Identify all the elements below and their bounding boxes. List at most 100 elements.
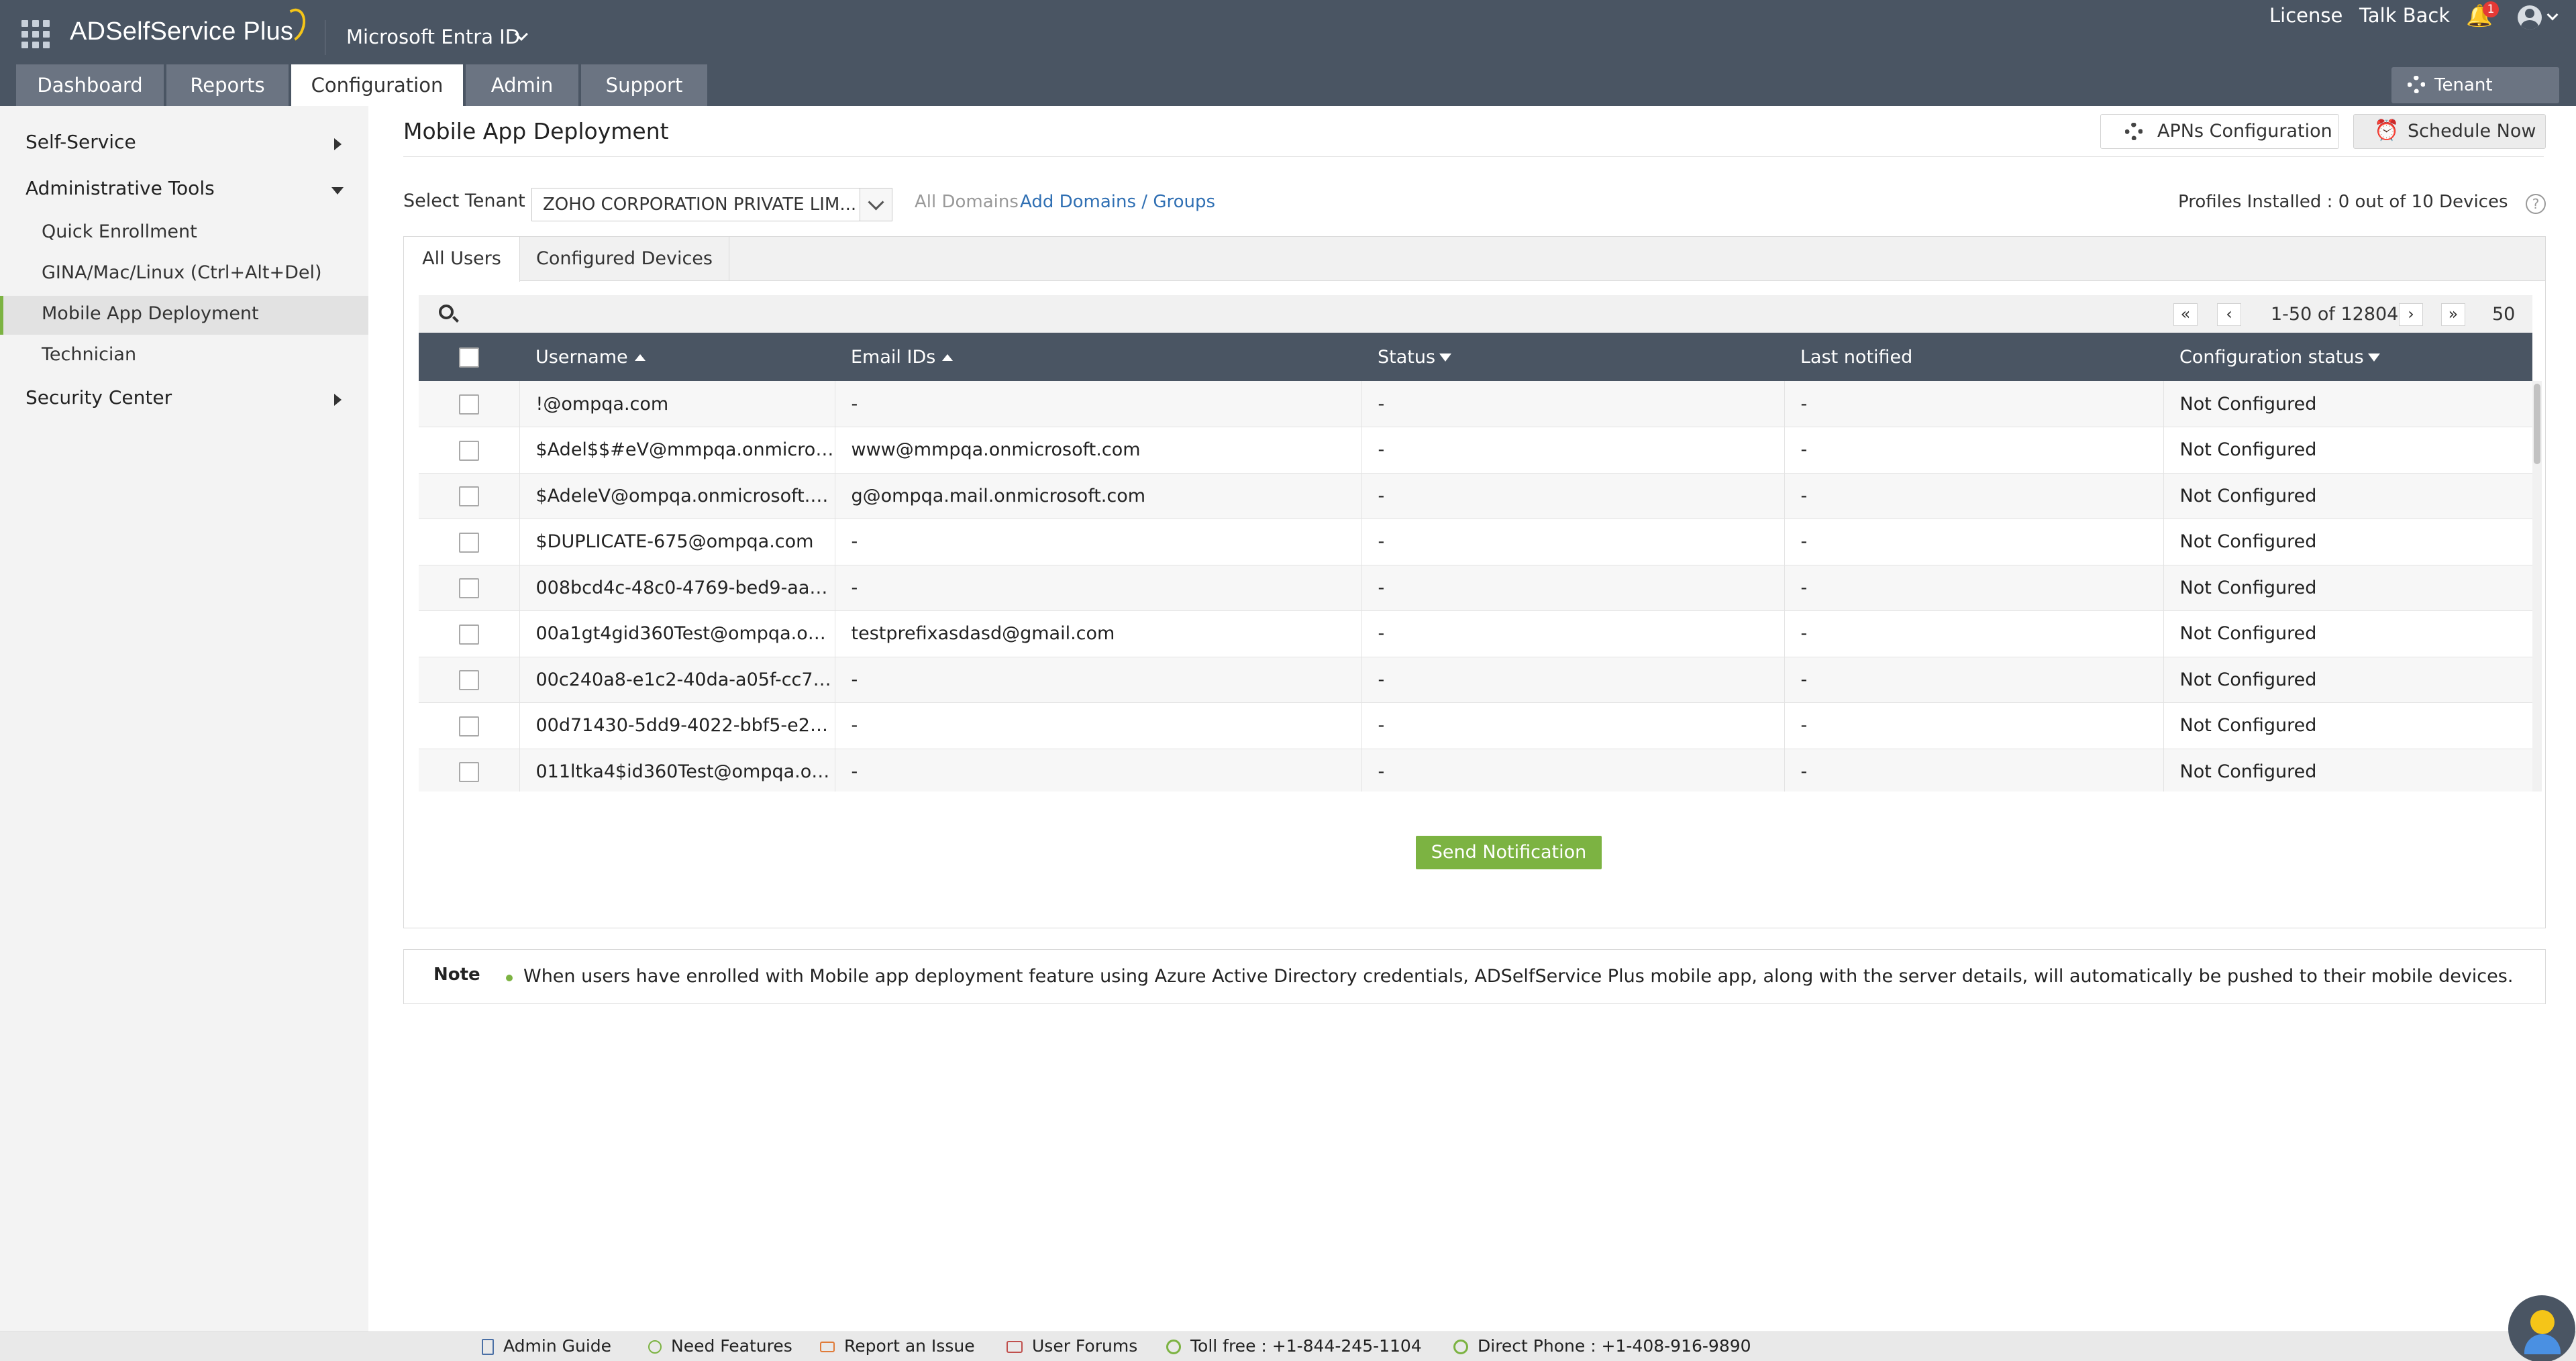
filter-icon[interactable]: [1439, 353, 1452, 362]
row-checkbox[interactable]: [458, 762, 479, 782]
tab-support[interactable]: Support: [581, 64, 707, 106]
row-checkbox[interactable]: [458, 532, 479, 553]
column-status[interactable]: Status: [1361, 333, 1784, 381]
tenant-select[interactable]: ZOHO CORPORATION PRIVATE LIM...: [531, 188, 892, 221]
pager-range: 1-50 of 128045: [2271, 304, 2410, 325]
table-row[interactable]: 00a1gt4gid360Test@ompqa.on... testprefixa…: [419, 610, 2532, 657]
gear-icon: [2125, 123, 2143, 140]
first-page-icon[interactable]: «: [2173, 303, 2198, 326]
table-row[interactable]: 008bcd4c-48c0-4769-bed9-aa0... - - - Not Con…: [419, 565, 2532, 611]
table-row[interactable]: $DUPLICATE-675@ompqa.com - - - Not Configure…: [419, 519, 2532, 565]
sidebar-item-mobile-app-deployment[interactable]: Mobile App Deployment: [42, 303, 259, 324]
cell-email: www@mmpqa.onmicrosoft.com: [835, 427, 1362, 474]
send-notification-button[interactable]: Send Notification: [1416, 836, 1602, 869]
tenant-switcher[interactable]: Microsoft Entra ID: [346, 25, 520, 48]
footer-toll-free: Toll free : +1-844-245-1104: [1166, 1336, 1422, 1356]
tab-configured-devices[interactable]: Configured Devices: [520, 237, 729, 281]
footer-need-features[interactable]: Need Features: [648, 1336, 792, 1356]
license-link[interactable]: License: [2269, 4, 2342, 27]
row-checkbox[interactable]: [458, 440, 479, 461]
sort-asc-icon[interactable]: [634, 354, 646, 361]
schedule-now-button[interactable]: ⏰ Schedule Now: [2353, 114, 2546, 149]
cell-last-notified: -: [1784, 749, 2164, 792]
table-scrollbar[interactable]: [2532, 381, 2542, 792]
support-chat-icon[interactable]: [2508, 1295, 2575, 1361]
sidebar-section-self-service[interactable]: Self-Service: [25, 131, 136, 153]
scrollbar-thumb[interactable]: [2534, 384, 2540, 464]
cell-status: -: [1361, 702, 1785, 749]
apns-configuration-button[interactable]: APNs Configuration: [2100, 114, 2339, 149]
row-checkbox[interactable]: [458, 716, 479, 737]
title-divider: [403, 156, 2544, 157]
column-username[interactable]: Username: [519, 333, 835, 381]
caret-down-icon[interactable]: [331, 187, 344, 195]
row-select-cell: [419, 702, 520, 749]
talk-back-link[interactable]: Talk Back: [2359, 4, 2450, 27]
phone-icon: [1453, 1340, 1468, 1354]
bullet-icon: [506, 975, 513, 981]
product-logo: ADSelfService Plus: [70, 17, 294, 46]
table-row[interactable]: $Adel$$#eV@mmpqa.onmicros... www@mmpqa.on…: [419, 427, 2532, 474]
footer-report-issue[interactable]: Report an Issue: [820, 1336, 975, 1356]
next-page-icon[interactable]: ›: [2399, 303, 2423, 326]
add-domains-link[interactable]: Add Domains / Groups: [1020, 192, 1215, 212]
table-row[interactable]: $AdeleV@ompqa.onmicrosoft.co... g@ompqa.m…: [419, 473, 2532, 519]
row-checkbox[interactable]: [458, 394, 479, 415]
tab-admin[interactable]: Admin: [466, 64, 578, 106]
row-select-cell: [419, 749, 520, 792]
table-row[interactable]: 00c240a8-e1c2-40da-a05f-cc70... - - - Not Co…: [419, 657, 2532, 703]
cell-configuration-status: Not Configured: [2163, 473, 2532, 519]
tab-dashboard[interactable]: Dashboard: [16, 64, 164, 106]
table-row[interactable]: !@ompqa.com - - - Not Configured: [419, 381, 2532, 427]
footer-user-forums[interactable]: User Forums: [1007, 1336, 1137, 1356]
chevron-down-icon[interactable]: [2546, 9, 2559, 21]
last-page-icon[interactable]: »: [2441, 303, 2465, 326]
cell-email: -: [835, 702, 1362, 749]
sidebar-section-security-center[interactable]: Security Center: [25, 386, 172, 409]
tab-reports[interactable]: Reports: [166, 64, 289, 106]
sidebar: Self-Service Administrative Tools Quick …: [0, 106, 368, 1331]
tab-all-users[interactable]: All Users: [404, 237, 520, 282]
user-avatar-icon[interactable]: [2518, 5, 2542, 30]
note-box: Note When users have enrolled with Mobil…: [403, 949, 2546, 1004]
chevron-down-icon[interactable]: [860, 188, 892, 221]
users-table-viewport: Username Email IDs Status Last notified …: [419, 333, 2532, 792]
table-row[interactable]: 011ltka4$id360Test@ompqa.on... - - - Not Con…: [419, 749, 2532, 792]
cell-username: $DUPLICATE-675@ompqa.com: [519, 519, 835, 565]
help-icon[interactable]: ?: [2526, 194, 2546, 214]
table-row[interactable]: 00d71430-5dd9-4022-bbf5-e2d... - - - Not Con…: [419, 702, 2532, 749]
column-configuration-status[interactable]: Configuration status: [2163, 333, 2532, 381]
sidebar-item-quick-enrollment[interactable]: Quick Enrollment: [42, 221, 197, 242]
tenant-settings-button[interactable]: Tenant Settings: [2391, 67, 2559, 131]
filter-icon[interactable]: [2367, 353, 2380, 362]
prev-page-icon[interactable]: ‹: [2217, 303, 2241, 326]
note-text: When users have enrolled with Mobile app…: [523, 966, 2514, 987]
search-icon[interactable]: [439, 305, 454, 319]
sidebar-section-administrative-tools[interactable]: Administrative Tools: [25, 177, 215, 199]
select-all-checkbox[interactable]: [459, 347, 479, 368]
cell-configuration-status: Not Configured: [2163, 565, 2532, 611]
sidebar-item-technician[interactable]: Technician: [42, 344, 136, 365]
row-checkbox[interactable]: [458, 670, 479, 690]
row-checkbox[interactable]: [458, 578, 479, 598]
row-checkbox[interactable]: [458, 486, 479, 506]
sidebar-item-gina-mac-linux[interactable]: GINA/Mac/Linux (Ctrl+Alt+Del): [42, 262, 322, 283]
column-last-notified[interactable]: Last notified: [1784, 333, 2163, 381]
column-configuration-status-label: Configuration status: [2179, 346, 2364, 368]
page-title: Mobile App Deployment: [403, 118, 669, 144]
row-checkbox[interactable]: [458, 624, 479, 645]
lightbulb-icon: [648, 1340, 662, 1354]
sort-asc-icon[interactable]: [942, 354, 954, 361]
report-icon: [820, 1342, 835, 1352]
app-grid-icon[interactable]: [21, 20, 50, 48]
row-select-cell: [419, 427, 520, 474]
top-header: ADSelfService Plus Microsoft Entra ID Li…: [0, 0, 2576, 131]
tab-configuration[interactable]: Configuration: [291, 64, 463, 106]
column-email[interactable]: Email IDs: [835, 333, 1361, 381]
cell-username: 00a1gt4gid360Test@ompqa.on...: [519, 610, 835, 657]
users-panel: All Users Configured Devices « ‹ 1-50 of…: [403, 236, 2546, 928]
footer-admin-guide[interactable]: Admin Guide: [482, 1336, 611, 1356]
cell-status: -: [1361, 473, 1785, 519]
caret-right-icon[interactable]: [334, 394, 342, 406]
caret-right-icon[interactable]: [334, 138, 342, 150]
